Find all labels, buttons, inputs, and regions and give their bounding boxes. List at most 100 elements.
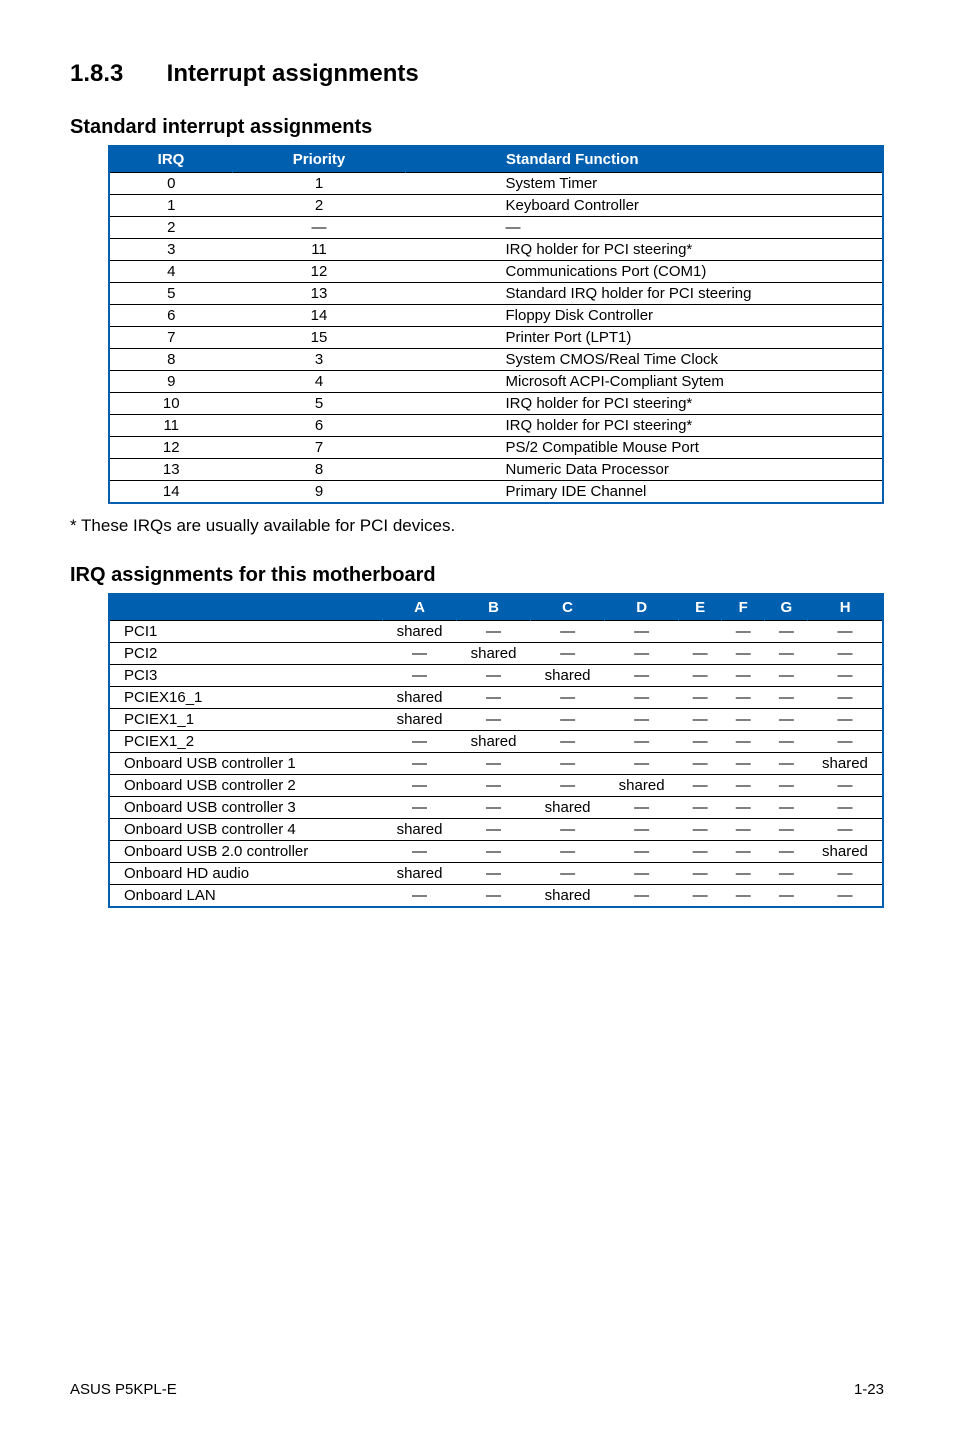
- table-cell: —: [457, 841, 531, 863]
- table-cell: —: [233, 217, 406, 239]
- table-row: 127PS/2 Compatible Mouse Port: [109, 437, 883, 459]
- device-label: PCI2: [109, 643, 383, 665]
- table-row: 94Microsoft ACPI-Compliant Sytem: [109, 371, 883, 393]
- table-cell: —: [765, 819, 808, 841]
- table-cell: —: [722, 621, 765, 643]
- table-cell: Printer Port (LPT1): [406, 327, 884, 349]
- table-cell: —: [605, 709, 679, 731]
- table-row: 138Numeric Data Processor: [109, 459, 883, 481]
- irq-assignments-table: ABCDEFGH PCI1shared——————PCI2—shared————…: [108, 593, 884, 908]
- table-cell: Microsoft ACPI-Compliant Sytem: [406, 371, 884, 393]
- table-cell: Communications Port (COM1): [406, 261, 884, 283]
- table-cell: 14: [109, 481, 233, 504]
- table-cell: —: [605, 863, 679, 885]
- table-row: 105IRQ holder for PCI steering*: [109, 393, 883, 415]
- table-cell: —: [605, 643, 679, 665]
- section-number: 1.8.3: [70, 60, 160, 88]
- device-label: Onboard USB controller 2: [109, 775, 383, 797]
- table-row: PCI1shared——————: [109, 621, 883, 643]
- table-cell: —: [765, 621, 808, 643]
- table-cell: —: [531, 841, 605, 863]
- table-cell: 12: [233, 261, 406, 283]
- table-row: Onboard USB controller 4shared———————: [109, 819, 883, 841]
- table-row: PCIEX1_1shared———————: [109, 709, 883, 731]
- col-e: E: [679, 594, 722, 621]
- table-row: Onboard USB 2.0 controller———————shared: [109, 841, 883, 863]
- table-cell: —: [383, 775, 457, 797]
- table-row: 311IRQ holder for PCI steering*: [109, 239, 883, 261]
- device-label: Onboard LAN: [109, 885, 383, 908]
- table-cell: —: [679, 687, 722, 709]
- col-function: Standard Function: [406, 146, 884, 173]
- table-cell: 0: [109, 173, 233, 195]
- table-row: Onboard USB controller 2———shared————: [109, 775, 883, 797]
- table-cell: Floppy Disk Controller: [406, 305, 884, 327]
- table-cell: 14: [233, 305, 406, 327]
- table-cell: —: [765, 841, 808, 863]
- table-cell: 1: [109, 195, 233, 217]
- table-cell: —: [722, 885, 765, 908]
- col-c: C: [531, 594, 605, 621]
- table-cell: shared: [383, 621, 457, 643]
- footer-left: ASUS P5KPL-E: [70, 1381, 177, 1398]
- table-row: 116IRQ holder for PCI steering*: [109, 415, 883, 437]
- table-row: 614Floppy Disk Controller: [109, 305, 883, 327]
- table-cell: —: [605, 819, 679, 841]
- table-cell: —: [457, 665, 531, 687]
- page-footer: ASUS P5KPL-E 1-23: [70, 1381, 884, 1398]
- col-g: G: [765, 594, 808, 621]
- table-cell: shared: [531, 797, 605, 819]
- table-cell: —: [679, 775, 722, 797]
- table-row: Onboard USB controller 1———————shared: [109, 753, 883, 775]
- table-cell: 11: [109, 415, 233, 437]
- table-cell: —: [605, 885, 679, 908]
- table-cell: —: [457, 775, 531, 797]
- table-row: PCI3——shared—————: [109, 665, 883, 687]
- standard-interrupts-table: IRQ Priority Standard Function 01System …: [108, 145, 884, 504]
- col-a: A: [383, 594, 457, 621]
- table-cell: 7: [233, 437, 406, 459]
- table-cell: —: [722, 665, 765, 687]
- table-cell: —: [605, 797, 679, 819]
- table-cell: —: [531, 621, 605, 643]
- table-cell: shared: [605, 775, 679, 797]
- table-cell: —: [722, 753, 765, 775]
- table-cell: —: [531, 687, 605, 709]
- table-cell: —: [808, 621, 883, 643]
- table-cell: —: [531, 731, 605, 753]
- table-cell: IRQ holder for PCI steering*: [406, 393, 884, 415]
- section-heading: 1.8.3 Interrupt assignments: [70, 60, 884, 88]
- irq-assignments-heading: IRQ assignments for this motherboard: [70, 564, 884, 587]
- table-cell: 5: [233, 393, 406, 415]
- table-row: 12Keyboard Controller: [109, 195, 883, 217]
- device-label: Onboard USB controller 1: [109, 753, 383, 775]
- table-cell: shared: [383, 687, 457, 709]
- table-cell: —: [722, 775, 765, 797]
- table-cell: shared: [808, 841, 883, 863]
- table-cell: 13: [109, 459, 233, 481]
- device-label: PCIEX1_1: [109, 709, 383, 731]
- col-d: D: [605, 594, 679, 621]
- device-label: Onboard USB controller 4: [109, 819, 383, 841]
- table-cell: —: [679, 863, 722, 885]
- table-cell: System Timer: [406, 173, 884, 195]
- device-label: PCIEX1_2: [109, 731, 383, 753]
- table-cell: —: [383, 731, 457, 753]
- table-cell: 6: [233, 415, 406, 437]
- standard-footnote: * These IRQs are usually available for P…: [70, 516, 884, 536]
- table-cell: shared: [457, 731, 531, 753]
- table-cell: —: [679, 797, 722, 819]
- table-cell: —: [765, 687, 808, 709]
- table-cell: —: [457, 687, 531, 709]
- table-cell: 2: [109, 217, 233, 239]
- table-cell: IRQ holder for PCI steering*: [406, 415, 884, 437]
- table-row: 513Standard IRQ holder for PCI steering: [109, 283, 883, 305]
- col-irq: IRQ: [109, 146, 233, 173]
- table-cell: 8: [233, 459, 406, 481]
- table-cell: —: [531, 643, 605, 665]
- table-cell: shared: [383, 863, 457, 885]
- table-cell: —: [765, 643, 808, 665]
- table-cell: 2: [233, 195, 406, 217]
- table-row: PCIEX16_1shared———————: [109, 687, 883, 709]
- table-row: PCIEX1_2—shared——————: [109, 731, 883, 753]
